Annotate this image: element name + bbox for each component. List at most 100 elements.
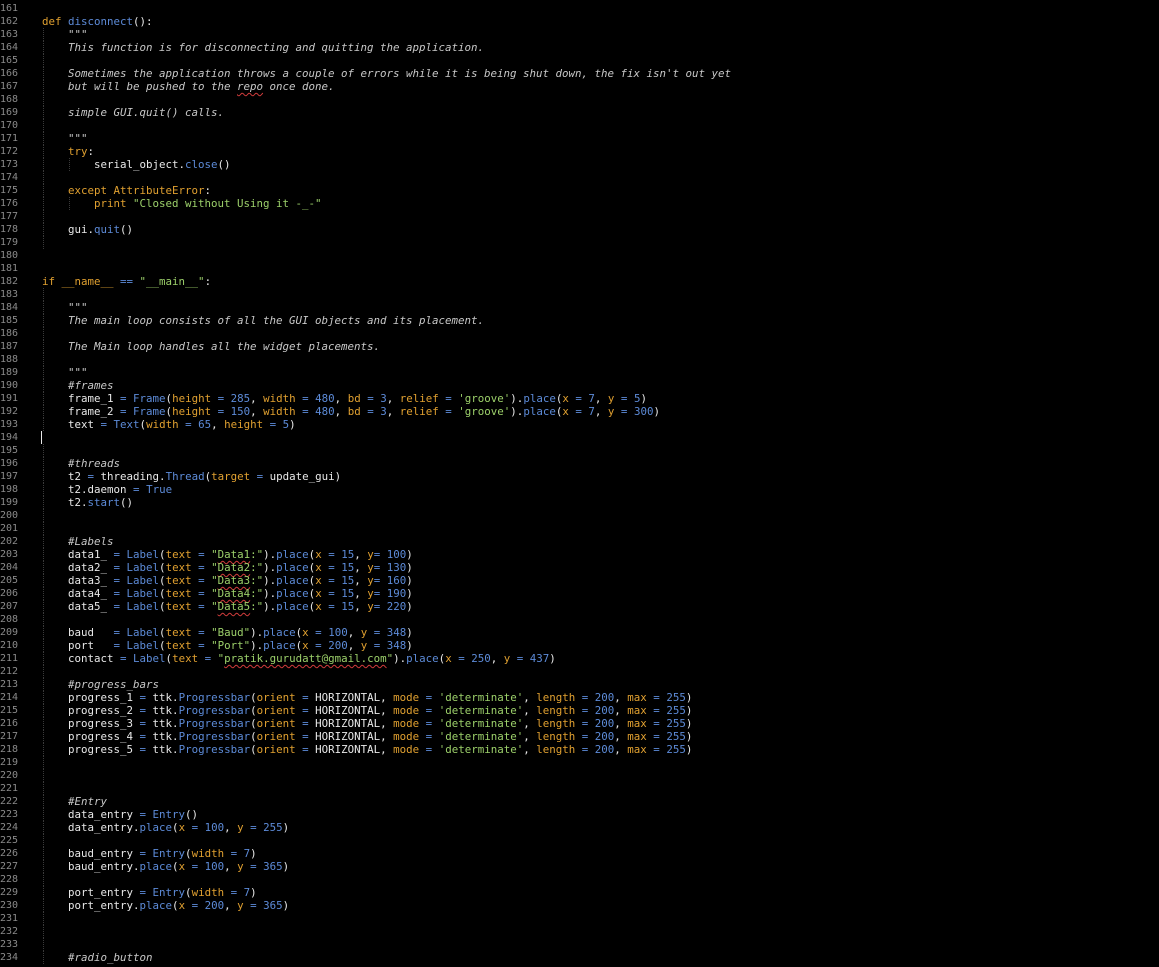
- code-token: ): [685, 730, 693, 743]
- code-line[interactable]: 216 progress_3 = ttk.Progressbar(orient =…: [0, 717, 1159, 730]
- code-text: Sometimes the application throws a coupl…: [68, 67, 731, 80]
- code-line[interactable]: 206 data4_ = Label(text = "Data4:").place…: [0, 587, 1159, 600]
- code-line[interactable]: 226 baud_entry = Entry(width = 7): [0, 847, 1159, 860]
- code-line[interactable]: 186: [0, 327, 1159, 340]
- code-text: baud = Label(text = "Baud").place(x = 10…: [68, 626, 413, 639]
- code-line[interactable]: 163 """: [0, 28, 1159, 41]
- code-line[interactable]: 223 data_entry = Entry(): [0, 808, 1159, 821]
- code-line[interactable]: 189 """: [0, 366, 1159, 379]
- code-line[interactable]: 209 baud = Label(text = "Baud").place(x =…: [0, 626, 1159, 639]
- line-number: 225: [0, 835, 19, 846]
- code-line[interactable]: 181: [0, 262, 1159, 275]
- code-line[interactable]: 217 progress_4 = ttk.Progressbar(orient =…: [0, 730, 1159, 743]
- code-line[interactable]: 184 """: [0, 301, 1159, 314]
- code-line[interactable]: 225: [0, 834, 1159, 847]
- code-token: ): [640, 392, 647, 405]
- code-line[interactable]: 173 serial_object.close(): [0, 158, 1159, 171]
- code-line[interactable]: 168: [0, 93, 1159, 106]
- line-number: 197: [0, 471, 19, 482]
- code-line[interactable]: 213 #progress_bars: [0, 678, 1159, 691]
- code-line[interactable]: 192 frame_2 = Frame(height = 150, width =…: [0, 405, 1159, 418]
- line-number: 213: [0, 679, 19, 690]
- indent-guide: [69, 197, 70, 210]
- code-line[interactable]: 188: [0, 353, 1159, 366]
- code-line[interactable]: 171 """: [0, 132, 1159, 145]
- code-line[interactable]: 222 #Entry: [0, 795, 1159, 808]
- code-line[interactable]: 229 port_entry = Entry(width = 7): [0, 886, 1159, 899]
- code-token: 365: [263, 899, 283, 912]
- code-token: =: [295, 717, 316, 730]
- code-line[interactable]: 210 port = Label(text = "Port").place(x =…: [0, 639, 1159, 652]
- code-line[interactable]: 201: [0, 522, 1159, 535]
- code-line[interactable]: 179: [0, 236, 1159, 249]
- code-line[interactable]: 178 gui.quit(): [0, 223, 1159, 236]
- code-line[interactable]: 183: [0, 288, 1159, 301]
- code-line[interactable]: 227 baud_entry.place(x = 100, y = 365): [0, 860, 1159, 873]
- code-token: bd: [347, 392, 361, 405]
- code-text: data2_ = Label(text = "Data2:").place(x …: [68, 561, 413, 574]
- code-line[interactable]: 234 #radio_button: [0, 951, 1159, 964]
- code-line[interactable]: 202 #Labels: [0, 535, 1159, 548]
- code-line[interactable]: 175 except AttributeError:: [0, 184, 1159, 197]
- code-line[interactable]: 174: [0, 171, 1159, 184]
- code-line[interactable]: 231: [0, 912, 1159, 925]
- code-text: #progress_bars: [68, 678, 159, 691]
- code-line[interactable]: 205 data3_ = Label(text = "Data3:").place…: [0, 574, 1159, 587]
- code-line[interactable]: 198 t2.daemon = True: [0, 483, 1159, 496]
- code-line[interactable]: 166 Sometimes the application throws a co…: [0, 67, 1159, 80]
- code-line[interactable]: 219: [0, 756, 1159, 769]
- code-line[interactable]: 170: [0, 119, 1159, 132]
- code-line[interactable]: 228: [0, 873, 1159, 886]
- code-line[interactable]: 165: [0, 54, 1159, 67]
- code-line[interactable]: 196 #threads: [0, 457, 1159, 470]
- code-editor[interactable]: 160161162def disconnect():163"""164This …: [0, 0, 1159, 964]
- code-line[interactable]: 208: [0, 613, 1159, 626]
- code-line[interactable]: 212: [0, 665, 1159, 678]
- code-line[interactable]: 204 data2_ = Label(text = "Data2:").place…: [0, 561, 1159, 574]
- code-line[interactable]: 232: [0, 925, 1159, 938]
- code-line[interactable]: 211 contact = Label(text = "pratik.guruda…: [0, 652, 1159, 665]
- code-line[interactable]: 233: [0, 938, 1159, 951]
- code-token: text: [165, 626, 192, 639]
- code-line[interactable]: 185 The main loop consists of all the GUI…: [0, 314, 1159, 327]
- code-line[interactable]: 194: [0, 431, 1159, 444]
- code-line[interactable]: 164 This function is for disconnecting an…: [0, 41, 1159, 54]
- code-line[interactable]: 161: [0, 2, 1159, 15]
- code-line[interactable]: 214 progress_1 = ttk.Progressbar(orient =…: [0, 691, 1159, 704]
- code-line[interactable]: 230 port_entry.place(x = 200, y = 365): [0, 899, 1159, 912]
- code-line[interactable]: 162 def disconnect():: [0, 15, 1159, 28]
- code-line[interactable]: 221: [0, 782, 1159, 795]
- code-line[interactable]: 190 #frames: [0, 379, 1159, 392]
- code-line[interactable]: 220: [0, 769, 1159, 782]
- code-line[interactable]: 199 t2.start(): [0, 496, 1159, 509]
- code-line[interactable]: 218 progress_5 = ttk.Progressbar(orient =…: [0, 743, 1159, 756]
- code-line[interactable]: 180: [0, 249, 1159, 262]
- code-line[interactable]: 215 progress_2 = ttk.Progressbar(orient =…: [0, 704, 1159, 717]
- code-line[interactable]: 177: [0, 210, 1159, 223]
- indent-guide: [43, 899, 44, 912]
- code-line[interactable]: 176 print "Closed without Using it -_-": [0, 197, 1159, 210]
- code-line[interactable]: 193 text = Text(width = 65, height = 5): [0, 418, 1159, 431]
- code-line[interactable]: 195: [0, 444, 1159, 457]
- indent-guide: [43, 54, 44, 67]
- indent-guide: [43, 860, 44, 873]
- code-line[interactable]: 197 t2 = threading.Thread(target = update…: [0, 470, 1159, 483]
- code-token: =: [373, 587, 387, 600]
- code-line[interactable]: 187 The Main loop handles all the widget …: [0, 340, 1159, 353]
- code-line[interactable]: 169 simple GUI.quit() calls.: [0, 106, 1159, 119]
- code-line[interactable]: 182 if __name__ == "__main__":: [0, 275, 1159, 288]
- code-token: =: [133, 847, 153, 860]
- code-token: place: [139, 899, 173, 912]
- code-token: =: [438, 392, 459, 405]
- code-line[interactable]: 167 but will be pushed to the repo once d…: [0, 80, 1159, 93]
- code-token: ): [685, 743, 693, 756]
- code-line[interactable]: 200: [0, 509, 1159, 522]
- code-line[interactable]: 203 data1_ = Label(text = "Data1:").place…: [0, 548, 1159, 561]
- code-line[interactable]: 172 try:: [0, 145, 1159, 158]
- code-token: #radio_button: [68, 951, 153, 964]
- code-line[interactable]: 224 data_entry.place(x = 100, y = 255): [0, 821, 1159, 834]
- code-line[interactable]: 207 data5_ = Label(text = "Data5:").place…: [0, 600, 1159, 613]
- line-number: 195: [0, 445, 19, 456]
- code-line[interactable]: 191 frame_1 = Frame(height = 285, width =…: [0, 392, 1159, 405]
- code-token: 255: [666, 704, 686, 717]
